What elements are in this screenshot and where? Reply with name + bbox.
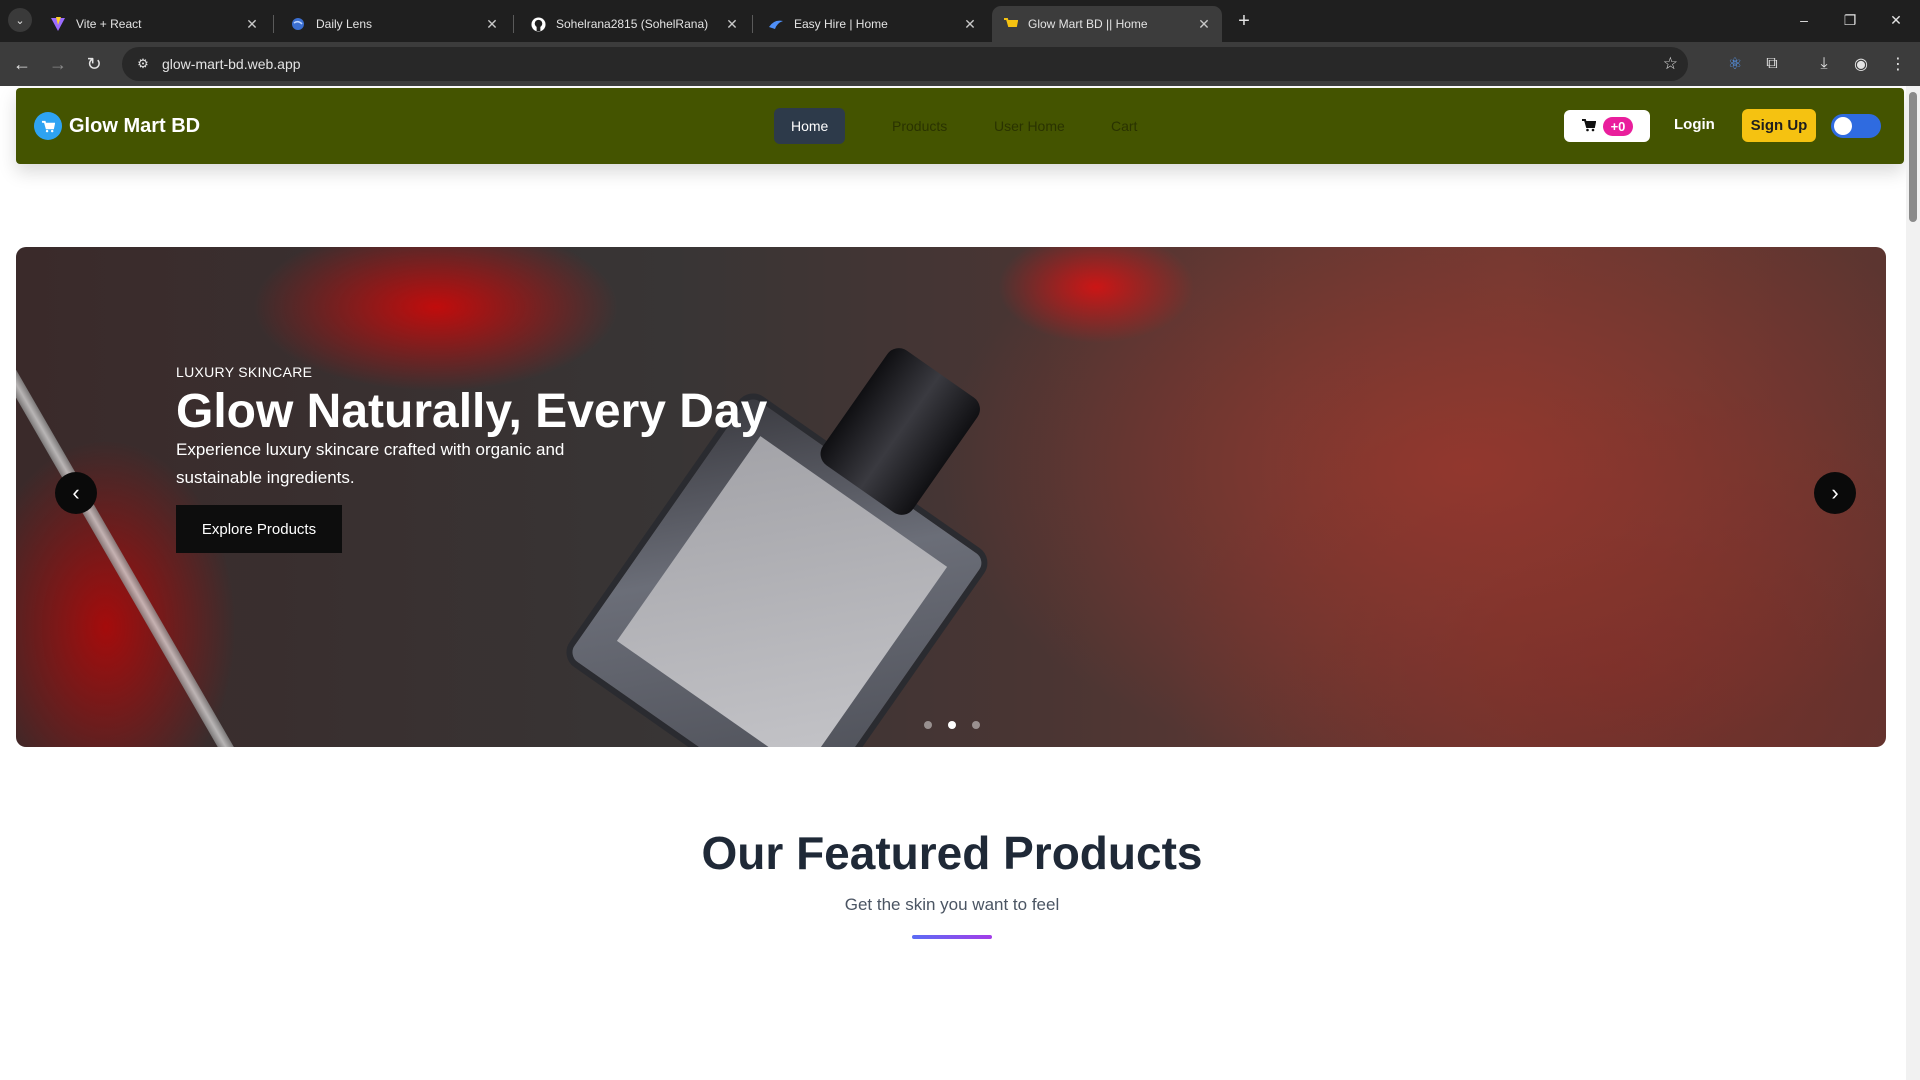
github-icon xyxy=(530,16,546,32)
page-scrollbar[interactable] xyxy=(1906,86,1920,1080)
address-url[interactable]: glow-mart-bd.web.app xyxy=(162,56,301,72)
brand-logo[interactable]: Glow Mart BD xyxy=(34,112,200,140)
browser-toolbar: ← → ↻ ⚙ glow-mart-bd.web.app ☆ ⚛ ⧉ ⤓ ◉ ⋮ xyxy=(0,42,1920,86)
hero-description: Experience luxury skincare crafted with … xyxy=(176,440,565,487)
bird-icon xyxy=(768,16,784,32)
restore-button[interactable]: ❐ xyxy=(1828,6,1872,34)
tab-title: Daily Lens xyxy=(316,17,373,31)
featured-heading: Our Featured Products xyxy=(701,827,1203,879)
extensions-icon[interactable]: ⧉ xyxy=(1760,52,1784,76)
download-icon[interactable]: ⤓ xyxy=(1812,52,1836,76)
close-window-button[interactable]: ✕ xyxy=(1874,6,1918,34)
browser-menu-icon[interactable]: ⋮ xyxy=(1886,52,1910,76)
back-button[interactable]: ← xyxy=(8,50,36,78)
minimize-button[interactable]: – xyxy=(1782,6,1826,34)
heading-underline xyxy=(912,935,992,939)
cart-icon xyxy=(1581,118,1596,135)
tab-title: Glow Mart BD || Home xyxy=(1028,17,1148,31)
close-icon[interactable]: ✕ xyxy=(484,16,500,32)
tab-divider xyxy=(513,15,514,33)
browser-tab[interactable]: Easy Hire | Home ✕ xyxy=(758,6,988,42)
decorative-stick xyxy=(16,247,255,747)
bookmark-star-icon[interactable]: ☆ xyxy=(1663,54,1678,74)
explore-products-button[interactable]: Explore Products xyxy=(176,505,342,553)
signup-button[interactable]: Sign Up xyxy=(1742,109,1816,142)
chevron-right-icon[interactable]: › xyxy=(1814,472,1856,514)
nav-link-products[interactable]: Products xyxy=(875,108,964,144)
tab-divider xyxy=(752,15,753,33)
featured-subtitle: Get the skin you want to feel xyxy=(844,895,1060,914)
nav-link-user-home[interactable]: User Home xyxy=(977,108,1082,144)
profile-avatar-icon[interactable]: ◉ xyxy=(1849,52,1873,76)
vite-icon xyxy=(50,16,66,32)
react-devtools-icon[interactable]: ⚛ xyxy=(1723,52,1747,76)
slider-dot-1[interactable] xyxy=(924,721,932,729)
perfume-bottle-image xyxy=(559,288,1113,747)
forward-button[interactable]: → xyxy=(44,50,72,78)
hero-title: Glow Naturally, Every Day xyxy=(176,385,768,438)
chevron-left-icon[interactable]: ‹ xyxy=(55,472,97,514)
close-icon[interactable]: ✕ xyxy=(1196,16,1212,32)
close-icon[interactable]: ✕ xyxy=(962,16,978,32)
reload-button[interactable]: ↻ xyxy=(80,50,108,78)
address-bar[interactable]: ⚙ glow-mart-bd.web.app ☆ xyxy=(122,47,1688,81)
browser-tab[interactable]: Vite + React ✕ xyxy=(40,6,270,42)
slider-dot-2[interactable] xyxy=(948,721,956,729)
tab-divider xyxy=(273,15,274,33)
brand-name: Glow Mart BD xyxy=(69,114,201,137)
globe-icon xyxy=(290,16,306,32)
browser-tab-strip: ⌄ Vite + React ✕ Daily Lens ✕ Sohelrana2… xyxy=(0,0,1920,42)
hero-kicker: LUXURY SKINCARE xyxy=(176,364,313,380)
slider-dot-3[interactable] xyxy=(972,721,980,729)
cart-button[interactable]: +0 xyxy=(1564,110,1650,142)
theme-toggle[interactable] xyxy=(1831,114,1881,138)
nav-link-home[interactable]: Home xyxy=(774,108,846,144)
cart-count-badge: +0 xyxy=(1602,116,1634,136)
scrollbar-thumb[interactable] xyxy=(1909,92,1917,222)
hero-slider: LUXURY SKINCARE Glow Naturally, Every Da… xyxy=(16,247,1886,747)
site-info-icon[interactable]: ⚙ xyxy=(134,55,152,73)
login-link[interactable]: Login xyxy=(1674,116,1715,133)
site-navbar: Glow Mart BD Home Products User Home Car… xyxy=(16,88,1904,164)
page-viewport: Glow Mart BD Home Products User Home Car… xyxy=(0,86,1920,1080)
cart-icon xyxy=(1002,16,1018,32)
toggle-knob xyxy=(1834,117,1852,135)
close-icon[interactable]: ✕ xyxy=(724,16,740,32)
tab-title: Easy Hire | Home xyxy=(794,17,888,31)
browser-tab-active[interactable]: Glow Mart BD || Home ✕ xyxy=(992,6,1222,42)
close-icon[interactable]: ✕ xyxy=(244,16,260,32)
new-tab-button[interactable]: + xyxy=(1232,9,1256,33)
cart-icon xyxy=(34,112,62,140)
browser-tab[interactable]: Daily Lens ✕ xyxy=(280,6,510,42)
tab-title: Sohelrana2815 (SohelRana) xyxy=(556,17,709,31)
nav-link-cart[interactable]: Cart xyxy=(1094,108,1154,144)
tab-title: Vite + React xyxy=(76,17,142,31)
tab-search-button[interactable]: ⌄ xyxy=(8,8,32,32)
browser-tab[interactable]: Sohelrana2815 (SohelRana) ✕ xyxy=(520,6,750,42)
